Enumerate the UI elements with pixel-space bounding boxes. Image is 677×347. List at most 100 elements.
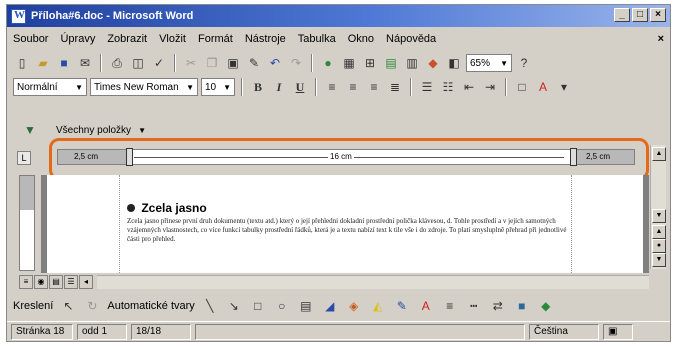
zoom-select[interactable]: 65% ▼ bbox=[466, 54, 512, 72]
web-view-icon[interactable]: ◉ bbox=[34, 275, 48, 289]
arrow-icon[interactable]: ↘ bbox=[225, 297, 243, 315]
normal-view-icon[interactable]: ≡ bbox=[19, 275, 33, 289]
menu-format[interactable]: Formát bbox=[198, 33, 233, 45]
document-area[interactable]: Zcela jasno Zcela jasno přinese první dr… bbox=[41, 175, 649, 273]
bullets-icon[interactable]: ☷ bbox=[439, 78, 457, 96]
right-margin-guide bbox=[571, 175, 572, 273]
free-rotate-icon[interactable]: ↻ bbox=[83, 297, 101, 315]
document-close-button[interactable]: × bbox=[658, 33, 664, 45]
spelling-status-icon[interactable]: ▣ bbox=[603, 323, 633, 340]
menu-okno[interactable]: Okno bbox=[348, 33, 374, 45]
help-icon[interactable]: ? bbox=[515, 54, 533, 72]
new-document-icon[interactable]: ▯ bbox=[13, 54, 31, 72]
textbox-icon[interactable]: ▤ bbox=[297, 297, 315, 315]
style-select[interactable]: Normální ▼ bbox=[13, 78, 87, 96]
drawing-font-color-icon[interactable]: A bbox=[417, 297, 435, 315]
font-select[interactable]: Times New Roman ▼ bbox=[90, 78, 198, 96]
print-icon[interactable]: ⎙ bbox=[108, 54, 126, 72]
vertical-ruler[interactable] bbox=[19, 175, 35, 271]
menu-soubor[interactable]: Soubor bbox=[13, 33, 48, 45]
wordart-icon[interactable]: ◢ bbox=[321, 297, 339, 315]
insert-table-icon[interactable]: ⊞ bbox=[361, 54, 379, 72]
outline-view-icon[interactable]: ☰ bbox=[64, 275, 78, 289]
document-paragraph: Zcela jasno přinese první druh dokumentu… bbox=[127, 217, 567, 243]
browse-object-icon[interactable]: ● bbox=[652, 239, 666, 253]
format-painter-icon[interactable]: ✎ bbox=[245, 54, 263, 72]
columns-icon[interactable]: ▥ bbox=[403, 54, 421, 72]
menu-napoveda[interactable]: Nápověda bbox=[386, 33, 436, 45]
toolbar-options-icon[interactable]: ▾ bbox=[555, 78, 573, 96]
vertical-scrollbar[interactable]: ▲ ▼ ▲ ● ▼ bbox=[650, 145, 666, 269]
italic-button[interactable]: I bbox=[270, 78, 288, 96]
justify-icon[interactable]: ≣ bbox=[386, 78, 404, 96]
scroll-left-icon[interactable]: ◂ bbox=[79, 275, 93, 289]
status-position bbox=[195, 323, 525, 340]
border-icon[interactable]: □ bbox=[513, 78, 531, 96]
clipart-icon[interactable]: ◈ bbox=[345, 297, 363, 315]
scroll-up-icon[interactable]: ▲ bbox=[652, 147, 666, 161]
next-page-icon[interactable]: ▼ bbox=[652, 253, 666, 267]
fill-color-icon[interactable]: ◭ bbox=[369, 297, 387, 315]
previous-page-icon[interactable]: ▲ bbox=[652, 225, 666, 239]
bold-button[interactable]: B bbox=[249, 78, 267, 96]
shadow-icon[interactable]: ■ bbox=[513, 297, 531, 315]
copy-icon[interactable]: ❐ bbox=[203, 54, 221, 72]
scroll-down-icon[interactable]: ▼ bbox=[652, 209, 666, 223]
menu-upravy[interactable]: Úpravy bbox=[60, 33, 95, 45]
3d-icon[interactable]: ◆ bbox=[537, 297, 555, 315]
word-app-icon[interactable] bbox=[11, 8, 26, 24]
menu-tabulka[interactable]: Tabulka bbox=[298, 33, 336, 45]
minimize-button[interactable]: _ bbox=[614, 8, 630, 22]
increase-indent-icon[interactable]: ⇥ bbox=[481, 78, 499, 96]
horizontal-scrollbar[interactable] bbox=[97, 275, 649, 289]
tables-borders-icon[interactable]: ▦ bbox=[340, 54, 358, 72]
rectangle-icon[interactable]: □ bbox=[249, 297, 267, 315]
insert-excel-icon[interactable]: ▤ bbox=[382, 54, 400, 72]
align-center-icon[interactable]: ≡ bbox=[344, 78, 362, 96]
save-icon[interactable]: ■ bbox=[55, 54, 73, 72]
status-language: Čeština bbox=[529, 323, 599, 340]
hyperlink-icon[interactable]: ● bbox=[319, 54, 337, 72]
spelling-icon[interactable]: ✓ bbox=[150, 54, 168, 72]
font-color-icon[interactable]: A bbox=[534, 78, 552, 96]
line-style-icon[interactable]: ≡ bbox=[441, 297, 459, 315]
font-size-select[interactable]: 10 ▼ bbox=[201, 78, 235, 96]
maximize-button[interactable]: □ bbox=[632, 8, 648, 22]
line-icon[interactable]: ╲ bbox=[201, 297, 219, 315]
open-folder-icon[interactable]: ▰ bbox=[34, 54, 52, 72]
drawing-icon[interactable]: ◆ bbox=[424, 54, 442, 72]
menu-nastroje[interactable]: Nástroje bbox=[245, 33, 286, 45]
track-changes-icon[interactable]: ▼ bbox=[21, 121, 39, 139]
print-layout-icon[interactable]: ▤ bbox=[49, 275, 63, 289]
numbering-icon[interactable]: ☰ bbox=[418, 78, 436, 96]
email-icon[interactable]: ✉ bbox=[76, 54, 94, 72]
title-bar[interactable]: Příloha#6.doc - Microsoft Word _ □ × bbox=[7, 5, 670, 27]
document-map-icon[interactable]: ◧ bbox=[445, 54, 463, 72]
underline-button[interactable]: U bbox=[291, 78, 309, 96]
formatting-toolbar: Normální ▼ Times New Roman ▼ 10 ▼ B I U … bbox=[7, 75, 670, 99]
cut-icon[interactable]: ✂ bbox=[182, 54, 200, 72]
dash-style-icon[interactable]: ┅ bbox=[465, 297, 483, 315]
menu-vlozit[interactable]: Vložit bbox=[159, 33, 186, 45]
document-page[interactable]: Zcela jasno Zcela jasno přinese první dr… bbox=[47, 175, 643, 273]
paste-icon[interactable]: ▣ bbox=[224, 54, 242, 72]
close-button[interactable]: × bbox=[650, 8, 666, 22]
align-right-icon[interactable]: ≡ bbox=[365, 78, 383, 96]
undo-icon[interactable]: ↶ bbox=[266, 54, 284, 72]
menu-zobrazit[interactable]: Zobrazit bbox=[107, 33, 147, 45]
markup-select[interactable]: Všechny položky ▼ bbox=[53, 121, 149, 139]
redo-icon[interactable]: ↷ bbox=[287, 54, 305, 72]
align-left-icon[interactable]: ≡ bbox=[323, 78, 341, 96]
arrow-style-icon[interactable]: ⇄ bbox=[489, 297, 507, 315]
print-preview-icon[interactable]: ◫ bbox=[129, 54, 147, 72]
oval-icon[interactable]: ○ bbox=[273, 297, 291, 315]
word-window: Příloha#6.doc - Microsoft Word _ □ × Sou… bbox=[6, 4, 671, 342]
line-color-icon[interactable]: ✎ bbox=[393, 297, 411, 315]
decrease-indent-icon[interactable]: ⇤ bbox=[460, 78, 478, 96]
chevron-down-icon: ▼ bbox=[223, 82, 231, 92]
draw-menu[interactable]: Kreslení bbox=[13, 300, 53, 312]
tab-selector[interactable]: L bbox=[17, 151, 31, 165]
select-objects-icon[interactable]: ↖ bbox=[59, 297, 77, 315]
window-controls: _ □ × bbox=[614, 8, 666, 22]
autoshapes-menu[interactable]: Automatické tvary bbox=[107, 300, 194, 312]
